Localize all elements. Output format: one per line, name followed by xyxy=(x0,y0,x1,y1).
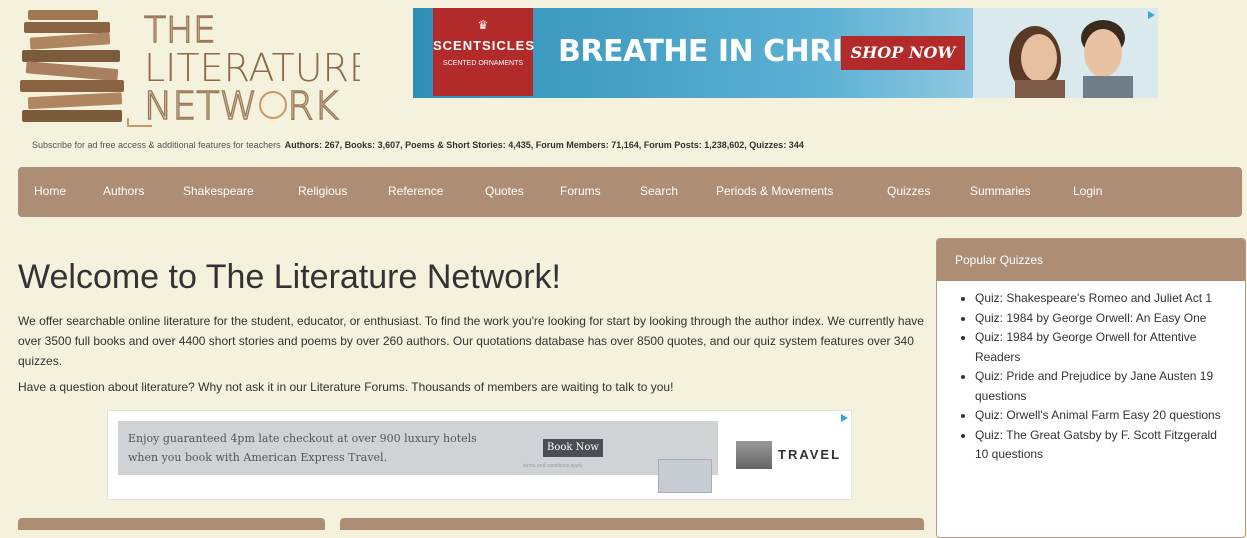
logo-line-network: NETW RK xyxy=(144,84,339,128)
ad-couple-image xyxy=(973,8,1158,98)
site-stats: Authors: 267, Books: 3,607, Poems & Shor… xyxy=(284,140,804,150)
ad-brand-box: ♛ SCENTSICLES SCENTED ORNAMENTS xyxy=(433,8,536,96)
quiz-link[interactable]: Quiz: Pride and Prejudice by Jane Austen… xyxy=(975,367,1225,406)
mid-ad-banner[interactable]: Enjoy guaranteed 4pm late checkout at ov… xyxy=(107,410,852,500)
nav-religious[interactable]: Religious xyxy=(298,184,347,198)
nav-periods-movements[interactable]: Periods & Movements xyxy=(716,184,833,198)
nav-shakespeare[interactable]: Shakespeare xyxy=(183,184,254,198)
subscribe-stats-line: Subscribe for ad free access & additiona… xyxy=(32,140,804,150)
forum-question-paragraph: Have a question about literature? Why no… xyxy=(18,380,674,394)
content-box-left xyxy=(18,518,325,530)
ad-book-now-button[interactable]: Book Now xyxy=(543,439,603,457)
ad-shop-now-button[interactable]: SHOP NOW xyxy=(841,36,965,70)
quiz-link[interactable]: Quiz: Shakespeare's Romeo and Juliet Act… xyxy=(975,289,1225,309)
nav-home[interactable]: Home xyxy=(34,184,66,198)
crown-icon: ♛ xyxy=(477,18,489,32)
quiz-link[interactable]: Quiz: 1984 by George Orwell for Attentiv… xyxy=(975,328,1225,367)
ad-brand-sub: SCENTED ORNAMENTS xyxy=(442,60,524,67)
content-box-right xyxy=(340,518,924,530)
logo-line-the: THE xyxy=(144,10,216,51)
page-title: Welcome to The Literature Network! xyxy=(18,258,561,296)
nav-search[interactable]: Search xyxy=(640,184,678,198)
popular-quizzes-panel: Popular Quizzes Quiz: Shakespeare's Rome… xyxy=(936,238,1246,538)
main-nav: Home Authors Shakespeare Religious Refer… xyxy=(18,167,1242,217)
nav-forums[interactable]: Forums xyxy=(560,184,601,198)
quiz-link[interactable]: Quiz: The Great Gatsby by F. Scott Fitzg… xyxy=(975,426,1225,465)
ad-choices-icon[interactable] xyxy=(839,413,849,423)
nav-reference[interactable]: Reference xyxy=(388,184,443,198)
ad-brand-name: SCENTSICLES xyxy=(433,38,536,53)
top-ad-banner[interactable]: ♛ SCENTSICLES SCENTED ORNAMENTS BREATHE … xyxy=(413,8,1158,98)
quiz-link[interactable]: Quiz: Orwell's Animal Farm Easy 20 quest… xyxy=(975,406,1225,426)
site-logo[interactable]: THE LITERATURE NETW RK xyxy=(20,8,373,133)
books-icon xyxy=(20,10,152,127)
amex-logo-icon xyxy=(736,441,772,469)
ad-offer-panel: Enjoy guaranteed 4pm late checkout at ov… xyxy=(118,421,718,475)
credit-card-image xyxy=(658,459,712,493)
panel-title: Popular Quizzes xyxy=(955,253,1044,267)
intro-paragraph: We offer searchable online literature fo… xyxy=(18,314,924,368)
ad-choices-icon[interactable] xyxy=(1146,10,1156,20)
nav-quizzes[interactable]: Quizzes xyxy=(887,184,930,198)
logo-o-ring xyxy=(259,91,287,119)
quiz-link[interactable]: Quiz: 1984 by George Orwell: An Easy One xyxy=(975,309,1225,329)
subscribe-link[interactable]: Subscribe for ad free access & additiona… xyxy=(32,140,281,150)
ad-travel-logo: TRAVEL xyxy=(778,447,842,462)
quiz-list: Quiz: Shakespeare's Romeo and Juliet Act… xyxy=(937,289,1225,465)
nav-quotes[interactable]: Quotes xyxy=(485,184,524,198)
panel-header: Popular Quizzes xyxy=(937,239,1245,281)
ad-fine-print: terms and conditions apply xyxy=(523,463,583,469)
ad-offer-text: Enjoy guaranteed 4pm late checkout at ov… xyxy=(128,432,477,464)
nav-login[interactable]: Login xyxy=(1073,184,1102,198)
nav-authors[interactable]: Authors xyxy=(103,184,144,198)
nav-summaries[interactable]: Summaries xyxy=(970,184,1031,198)
